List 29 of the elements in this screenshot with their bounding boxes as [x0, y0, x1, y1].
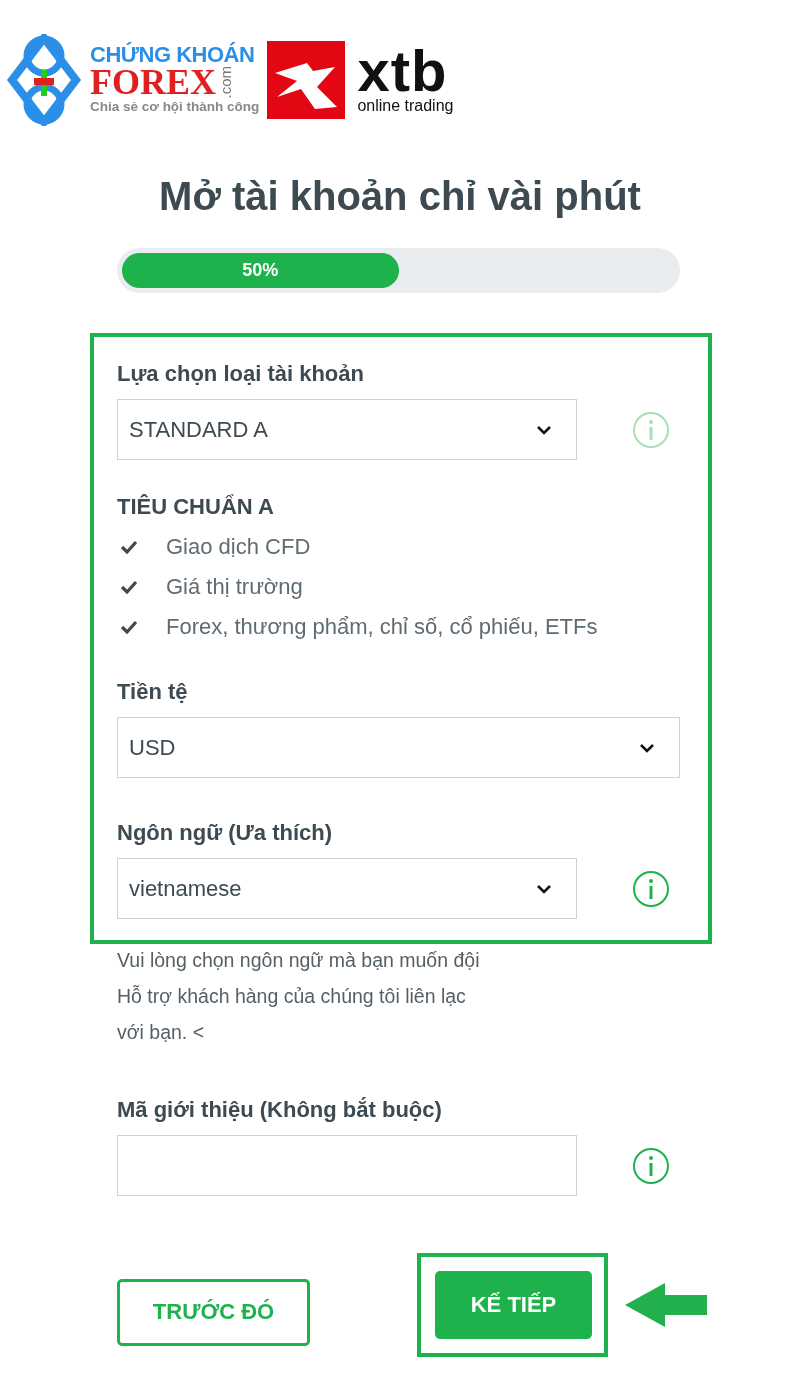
- logo-text: .com: [218, 65, 234, 99]
- logo-tagline: online trading: [357, 97, 454, 115]
- feature-text: Giá thị trường: [166, 574, 303, 600]
- logo-text: xtb: [357, 45, 448, 97]
- plan-title: TIÊU CHUẨN A: [117, 493, 274, 521]
- chevron-down-icon: [639, 742, 655, 753]
- dropdown-field[interactable]: STANDARD A: [117, 399, 577, 460]
- check-icon: [120, 540, 138, 554]
- check-icon: [120, 580, 138, 594]
- x-logo-icon: [267, 41, 346, 119]
- chevron-down-icon: [536, 883, 552, 894]
- dropdown-field[interactable]: vietnamese: [117, 858, 577, 919]
- logo-tagline: Chia sẻ cơ hội thành công: [90, 98, 260, 117]
- dropdown-field[interactable]: USD: [117, 717, 680, 778]
- feature-text: Giao dịch CFD: [166, 534, 311, 560]
- field-label: Tiền tệ: [117, 678, 188, 706]
- logo-text: FOREX: [90, 66, 216, 99]
- field-label: Mã giới thiệu (Không bắt buộc): [117, 1096, 442, 1124]
- help-text: Vui lòng chọn ngôn ngữ mà bạn muốn đội Hỗ trợ khách hàng của chúng tôi liên lạc với bạn. <: [117, 948, 480, 1045]
- logo-emblem-icon: [6, 34, 82, 126]
- feature-text: Forex, thương phẩm, chỉ số, cổ phiếu, ETFs: [166, 614, 598, 640]
- logo-text: CHỨNG KHOÁN: [90, 43, 256, 66]
- page-title: Mở tài khoản chỉ vài phút: [159, 173, 641, 220]
- progress-fill: 50%: [122, 253, 399, 288]
- input-field[interactable]: [117, 1135, 577, 1196]
- check-icon: [120, 620, 138, 634]
- field-label: Lựa chọn loại tài khoản: [117, 360, 364, 388]
- chevron-down-icon: [536, 424, 552, 435]
- field-label: Ngôn ngữ (Ưa thích): [117, 819, 333, 847]
